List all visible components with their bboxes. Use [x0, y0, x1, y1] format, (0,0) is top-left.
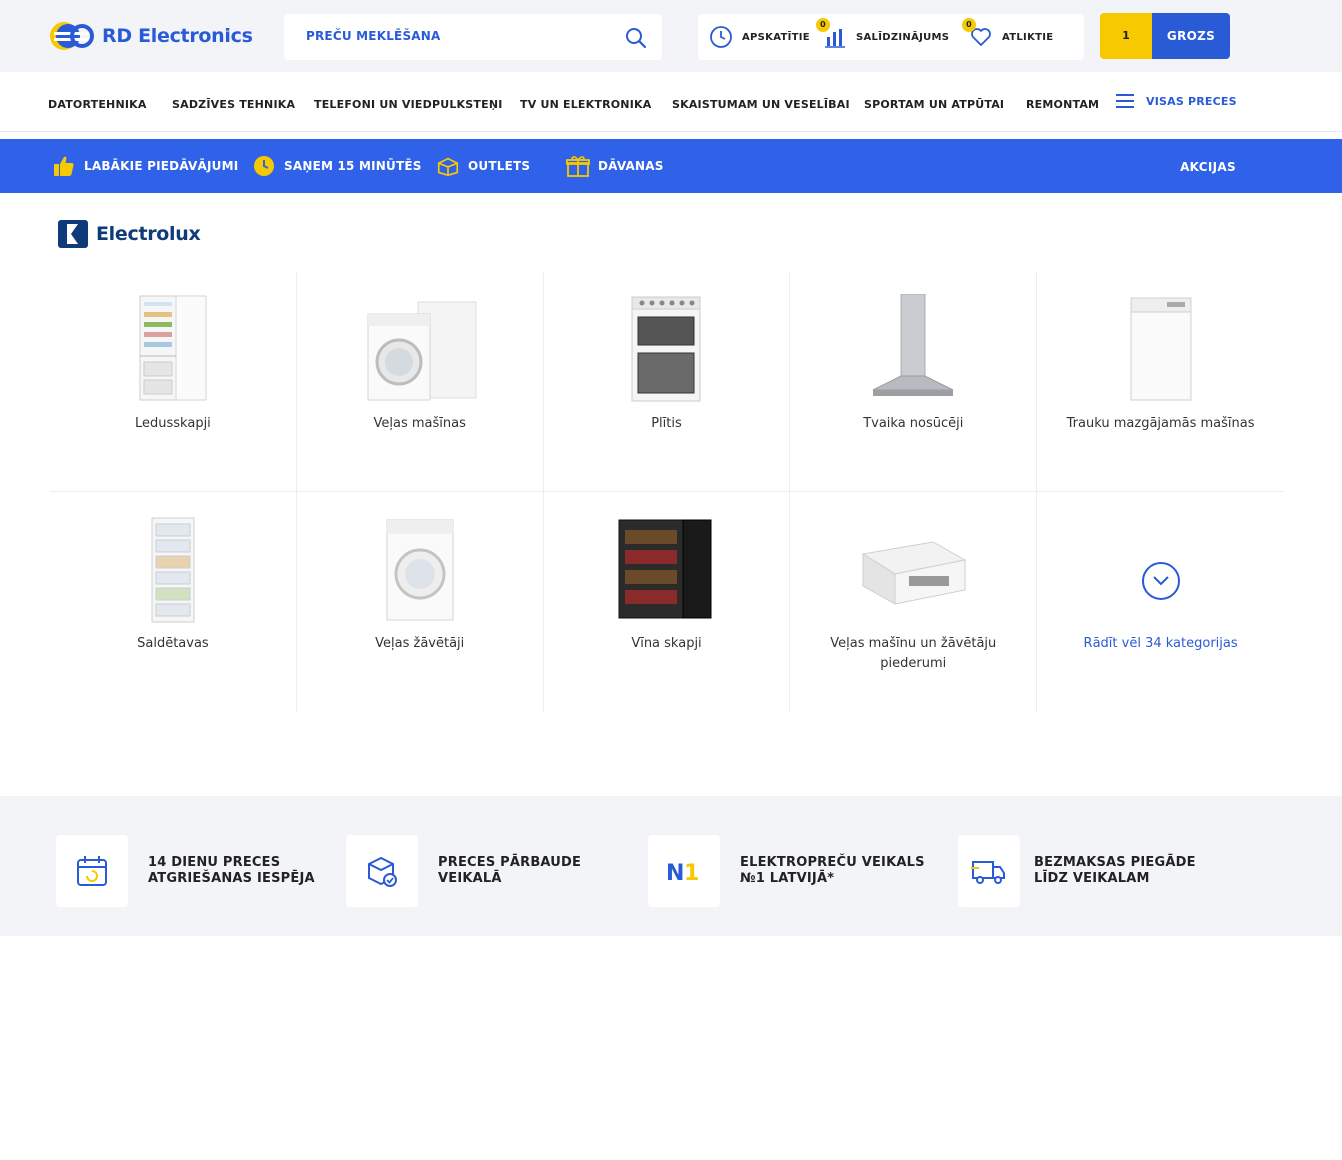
category-label: Saldētavas — [137, 636, 209, 651]
dishwasher-icon — [1101, 290, 1221, 408]
wine-cabinet-icon — [606, 510, 726, 628]
stove-icon — [606, 290, 726, 408]
favorites-label: ATLIKTIE — [1002, 31, 1054, 43]
site-logo[interactable]: RD Electronics — [48, 14, 253, 58]
category-wine-cabinets[interactable]: Vīna skapji — [544, 492, 791, 712]
category-cooker-hoods[interactable]: Tvaika nosūcēji — [790, 272, 1038, 492]
compare-button[interactable]: 0 SALĪDZINĀJUMS — [816, 14, 950, 60]
clock-icon — [708, 24, 734, 50]
brand-logo: Electrolux — [58, 217, 218, 251]
show-more-categories[interactable]: Rādīt vēl 34 kategorijas — [1037, 492, 1284, 712]
category-nav: DATORTEHNIKA SADZĪVES TEHNIKA TELEFONI U… — [0, 78, 1342, 132]
dryer-icon — [360, 510, 480, 628]
promo-best-offers[interactable]: LABĀKIE PIEDĀVĀJUMI — [52, 139, 238, 193]
pedestal-drawer-icon — [853, 510, 973, 628]
category-label: Veļas mašīnas — [373, 416, 466, 431]
box-check-icon — [346, 835, 418, 907]
nav-item-telefoni[interactable]: TELEFONI UN VIEDPULKSTEŅI — [314, 98, 503, 111]
brand-name: Electrolux — [96, 223, 201, 245]
cooker-hood-icon — [853, 290, 973, 408]
nav-all-products[interactable]: VISAS PRECES — [1116, 94, 1237, 108]
benefits-bar: 14 DIENU PRECES ATGRIEŠANAS IESPĒJA PREC… — [0, 796, 1342, 936]
sales-button[interactable]: AKCIJAS — [1130, 148, 1286, 186]
electrolux-logo-icon — [58, 220, 88, 248]
nav-item-datortehnika[interactable]: DATORTEHNIKA — [48, 98, 147, 111]
category-label: Tvaika nosūcēji — [863, 416, 964, 431]
benefit-returns: 14 DIENU PRECES ATGRIEŠANAS IESPĒJA — [56, 826, 318, 916]
benefit-text: BEZMAKSAS PIEGĀDE LĪDZ VEIKALAM — [1034, 855, 1196, 886]
category-label: Plītis — [651, 416, 682, 431]
nav-item-sportam[interactable]: SPORTAM UN ATPŪTAI — [864, 98, 1004, 111]
nav-item-skaistumam[interactable]: SKAISTUMAM UN VESELĪBAI — [672, 98, 850, 111]
category-grid: Ledusskapji Veļas mašīnas Plītis Tvaika … — [50, 272, 1284, 712]
benefit-text: ELEKTROPREČU VEIKALS №1 LATVIJĀ* — [740, 855, 925, 886]
calendar-return-icon — [56, 835, 128, 907]
compare-label: SALĪDZINĀJUMS — [856, 31, 950, 43]
favorites-count-badge: 0 — [962, 18, 976, 32]
category-dryers[interactable]: Veļas žāvētāji — [297, 492, 544, 712]
promo-outlets[interactable]: OUTLETS — [436, 139, 530, 193]
promo-15-minutes[interactable]: SAŅEM 15 MINŪTĒS — [252, 139, 422, 193]
benefit-inspection: PRECES PĀRBAUDE VEIKALĀ — [346, 826, 598, 916]
heart-icon: 0 — [962, 18, 994, 50]
header-actions: APSKATĪTIE 0 SALĪDZINĀJUMS 0 ATLIKTIE — [698, 14, 1084, 60]
timer-icon — [252, 154, 276, 178]
category-label: Veļas žāvētāji — [375, 636, 465, 651]
viewed-button[interactable]: APSKATĪTIE — [708, 14, 810, 60]
nav-item-tv[interactable]: TV UN ELEKTRONIKA — [520, 98, 651, 111]
category-washing-machines[interactable]: Veļas mašīnas — [296, 272, 544, 492]
freezer-icon — [113, 510, 233, 628]
cart-label: GROZS — [1152, 13, 1230, 59]
category-freezers[interactable]: Saldētavas — [50, 492, 297, 712]
nav-item-sadzives-tehnika[interactable]: SADZĪVES TEHNIKA — [172, 98, 295, 111]
category-stoves[interactable]: Plītis — [543, 272, 791, 492]
search-input[interactable]: PREČU MEKLĒŠANA — [306, 29, 441, 43]
benefit-free-delivery: BEZMAKSAS PIEGĀDE LĪDZ VEIKALAM — [958, 826, 1214, 916]
site-header: RD Electronics PREČU MEKLĒŠANA APSKATĪTI… — [0, 0, 1342, 72]
search-icon — [626, 28, 647, 49]
category-label: Veļas mašīnu un žāvētāju piederumi — [830, 636, 997, 671]
nav-item-remontam[interactable]: REMONTAM — [1026, 98, 1099, 111]
promo-gifts[interactable]: DĀVANAS — [566, 139, 664, 193]
fridge-icon — [113, 290, 233, 408]
bar-chart-icon: 0 — [816, 18, 848, 50]
thumbs-up-icon — [52, 154, 76, 178]
chevron-down-icon[interactable] — [1141, 562, 1180, 600]
viewed-label: APSKATĪTIE — [742, 31, 810, 43]
cart-button[interactable]: 1 GROZS — [1100, 13, 1230, 59]
menu-icon — [1116, 94, 1134, 108]
logo-text: RD Electronics — [102, 25, 253, 47]
number-one-icon: N 1 — [648, 835, 720, 907]
category-label: Ledusskapji — [135, 416, 211, 431]
category-fridges[interactable]: Ledusskapji — [50, 272, 297, 492]
svg-text:1: 1 — [684, 861, 699, 886]
category-label: Trauku mazgājamās mašīnas — [1066, 416, 1255, 431]
compare-count-badge: 0 — [816, 18, 830, 32]
search-button[interactable] — [622, 24, 650, 52]
show-more-link[interactable]: Rādīt vēl 34 kategorijas — [1037, 634, 1284, 654]
category-dishwashers[interactable]: Trauku mazgājamās mašīnas — [1037, 272, 1284, 492]
category-label: Vīna skapji — [631, 636, 702, 651]
delivery-truck-icon — [958, 835, 1020, 907]
benefit-number-one: N 1 ELEKTROPREČU VEIKALS №1 LATVIJĀ* — [648, 826, 930, 916]
favorites-button[interactable]: 0 ATLIKTIE — [962, 14, 1054, 60]
benefit-text: PRECES PĀRBAUDE VEIKALĀ — [438, 855, 582, 886]
cart-count-badge: 1 — [1100, 13, 1152, 59]
gift-icon — [566, 154, 590, 178]
category-washer-accessories[interactable]: Veļas mašīnu un žāvētāju piederumi — [790, 492, 1038, 712]
logo-icon — [48, 18, 96, 54]
open-box-icon — [436, 154, 460, 178]
benefit-text: 14 DIENU PRECES ATGRIEŠANAS IESPĒJA — [148, 855, 315, 886]
washing-machine-icon — [360, 290, 480, 408]
svg-text:N: N — [666, 861, 684, 886]
search-box[interactable]: PREČU MEKLĒŠANA — [284, 14, 662, 60]
